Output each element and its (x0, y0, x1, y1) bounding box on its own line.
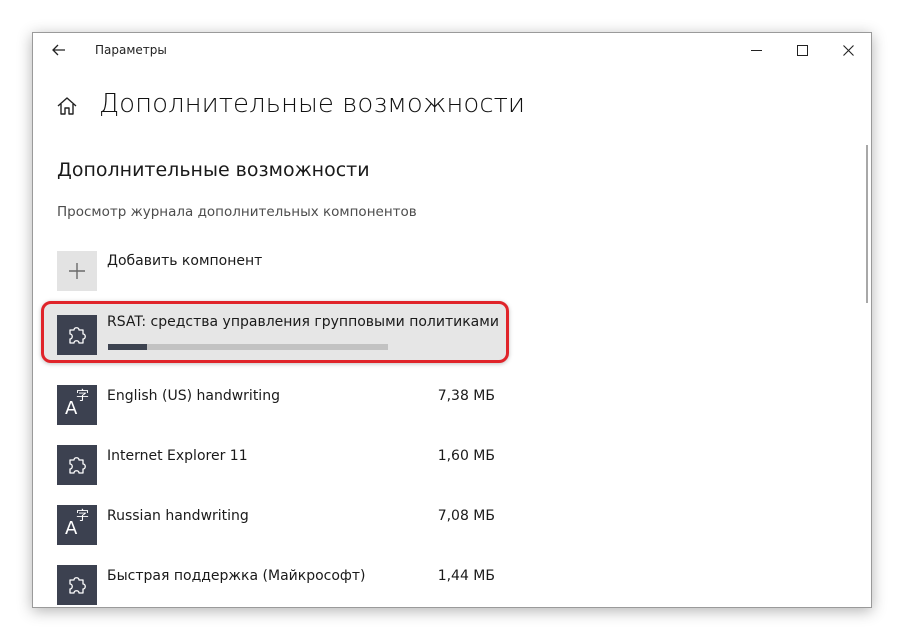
feature-name: Быстрая поддержка (Майкрософт) (107, 568, 366, 584)
list-item[interactable]: A字 English (US) handwriting 7,38 МБ (57, 385, 495, 429)
add-tile (57, 251, 97, 291)
puzzle-tile (57, 565, 97, 605)
feature-size: 7,38 МБ (437, 388, 495, 404)
section-title: Дополнительные возможности (57, 159, 370, 181)
scrollbar[interactable] (866, 145, 868, 303)
feature-size: 7,08 МБ (437, 508, 495, 524)
installing-item[interactable]: RSAT: средства управления групповыми пол… (41, 301, 509, 363)
puzzle-tile (57, 315, 97, 355)
settings-window: Параметры Дополнительные возможности Доп… (32, 32, 872, 608)
add-component-button[interactable]: Добавить компонент (57, 249, 517, 291)
feature-size: 1,44 МБ (437, 568, 495, 584)
handwriting-icon: A字 (65, 389, 90, 419)
list-item[interactable]: Internet Explorer 11 1,60 МБ (57, 445, 495, 489)
maximize-button[interactable] (779, 33, 825, 67)
install-progress-bar (108, 344, 388, 350)
installing-item-name: RSAT: средства управления групповыми пол… (107, 314, 499, 330)
title-bar: Параметры (33, 33, 871, 67)
install-progress-fill (108, 344, 148, 350)
home-icon[interactable] (55, 94, 79, 118)
arrow-left-icon (52, 44, 65, 56)
list-item[interactable]: Быстрая поддержка (Майкрософт) 1,44 МБ (57, 565, 495, 607)
feature-name: Internet Explorer 11 (107, 448, 248, 464)
puzzle-icon (69, 457, 86, 474)
handwriting-tile: A字 (57, 385, 97, 425)
feature-name: English (US) handwriting (107, 388, 280, 404)
maximize-icon (796, 44, 808, 56)
page-title: Дополнительные возможности (99, 89, 526, 119)
add-component-label: Добавить компонент (107, 253, 263, 269)
list-item[interactable]: A字 Russian handwriting 7,08 МБ (57, 505, 495, 549)
history-link[interactable]: Просмотр журнала дополнительных компонен… (57, 204, 417, 220)
feature-size: 1,60 МБ (437, 448, 495, 464)
app-title: Параметры (95, 43, 167, 57)
handwriting-tile: A字 (57, 505, 97, 545)
back-button[interactable] (41, 35, 77, 65)
minimize-button[interactable] (733, 33, 779, 67)
feature-name: Russian handwriting (107, 508, 249, 524)
puzzle-icon (69, 577, 86, 594)
close-button[interactable] (825, 33, 871, 67)
close-icon (842, 44, 854, 56)
puzzle-tile (57, 445, 97, 485)
minimize-icon (750, 49, 762, 51)
handwriting-icon: A字 (65, 509, 90, 539)
puzzle-icon (69, 327, 86, 344)
plus-icon (69, 263, 85, 279)
